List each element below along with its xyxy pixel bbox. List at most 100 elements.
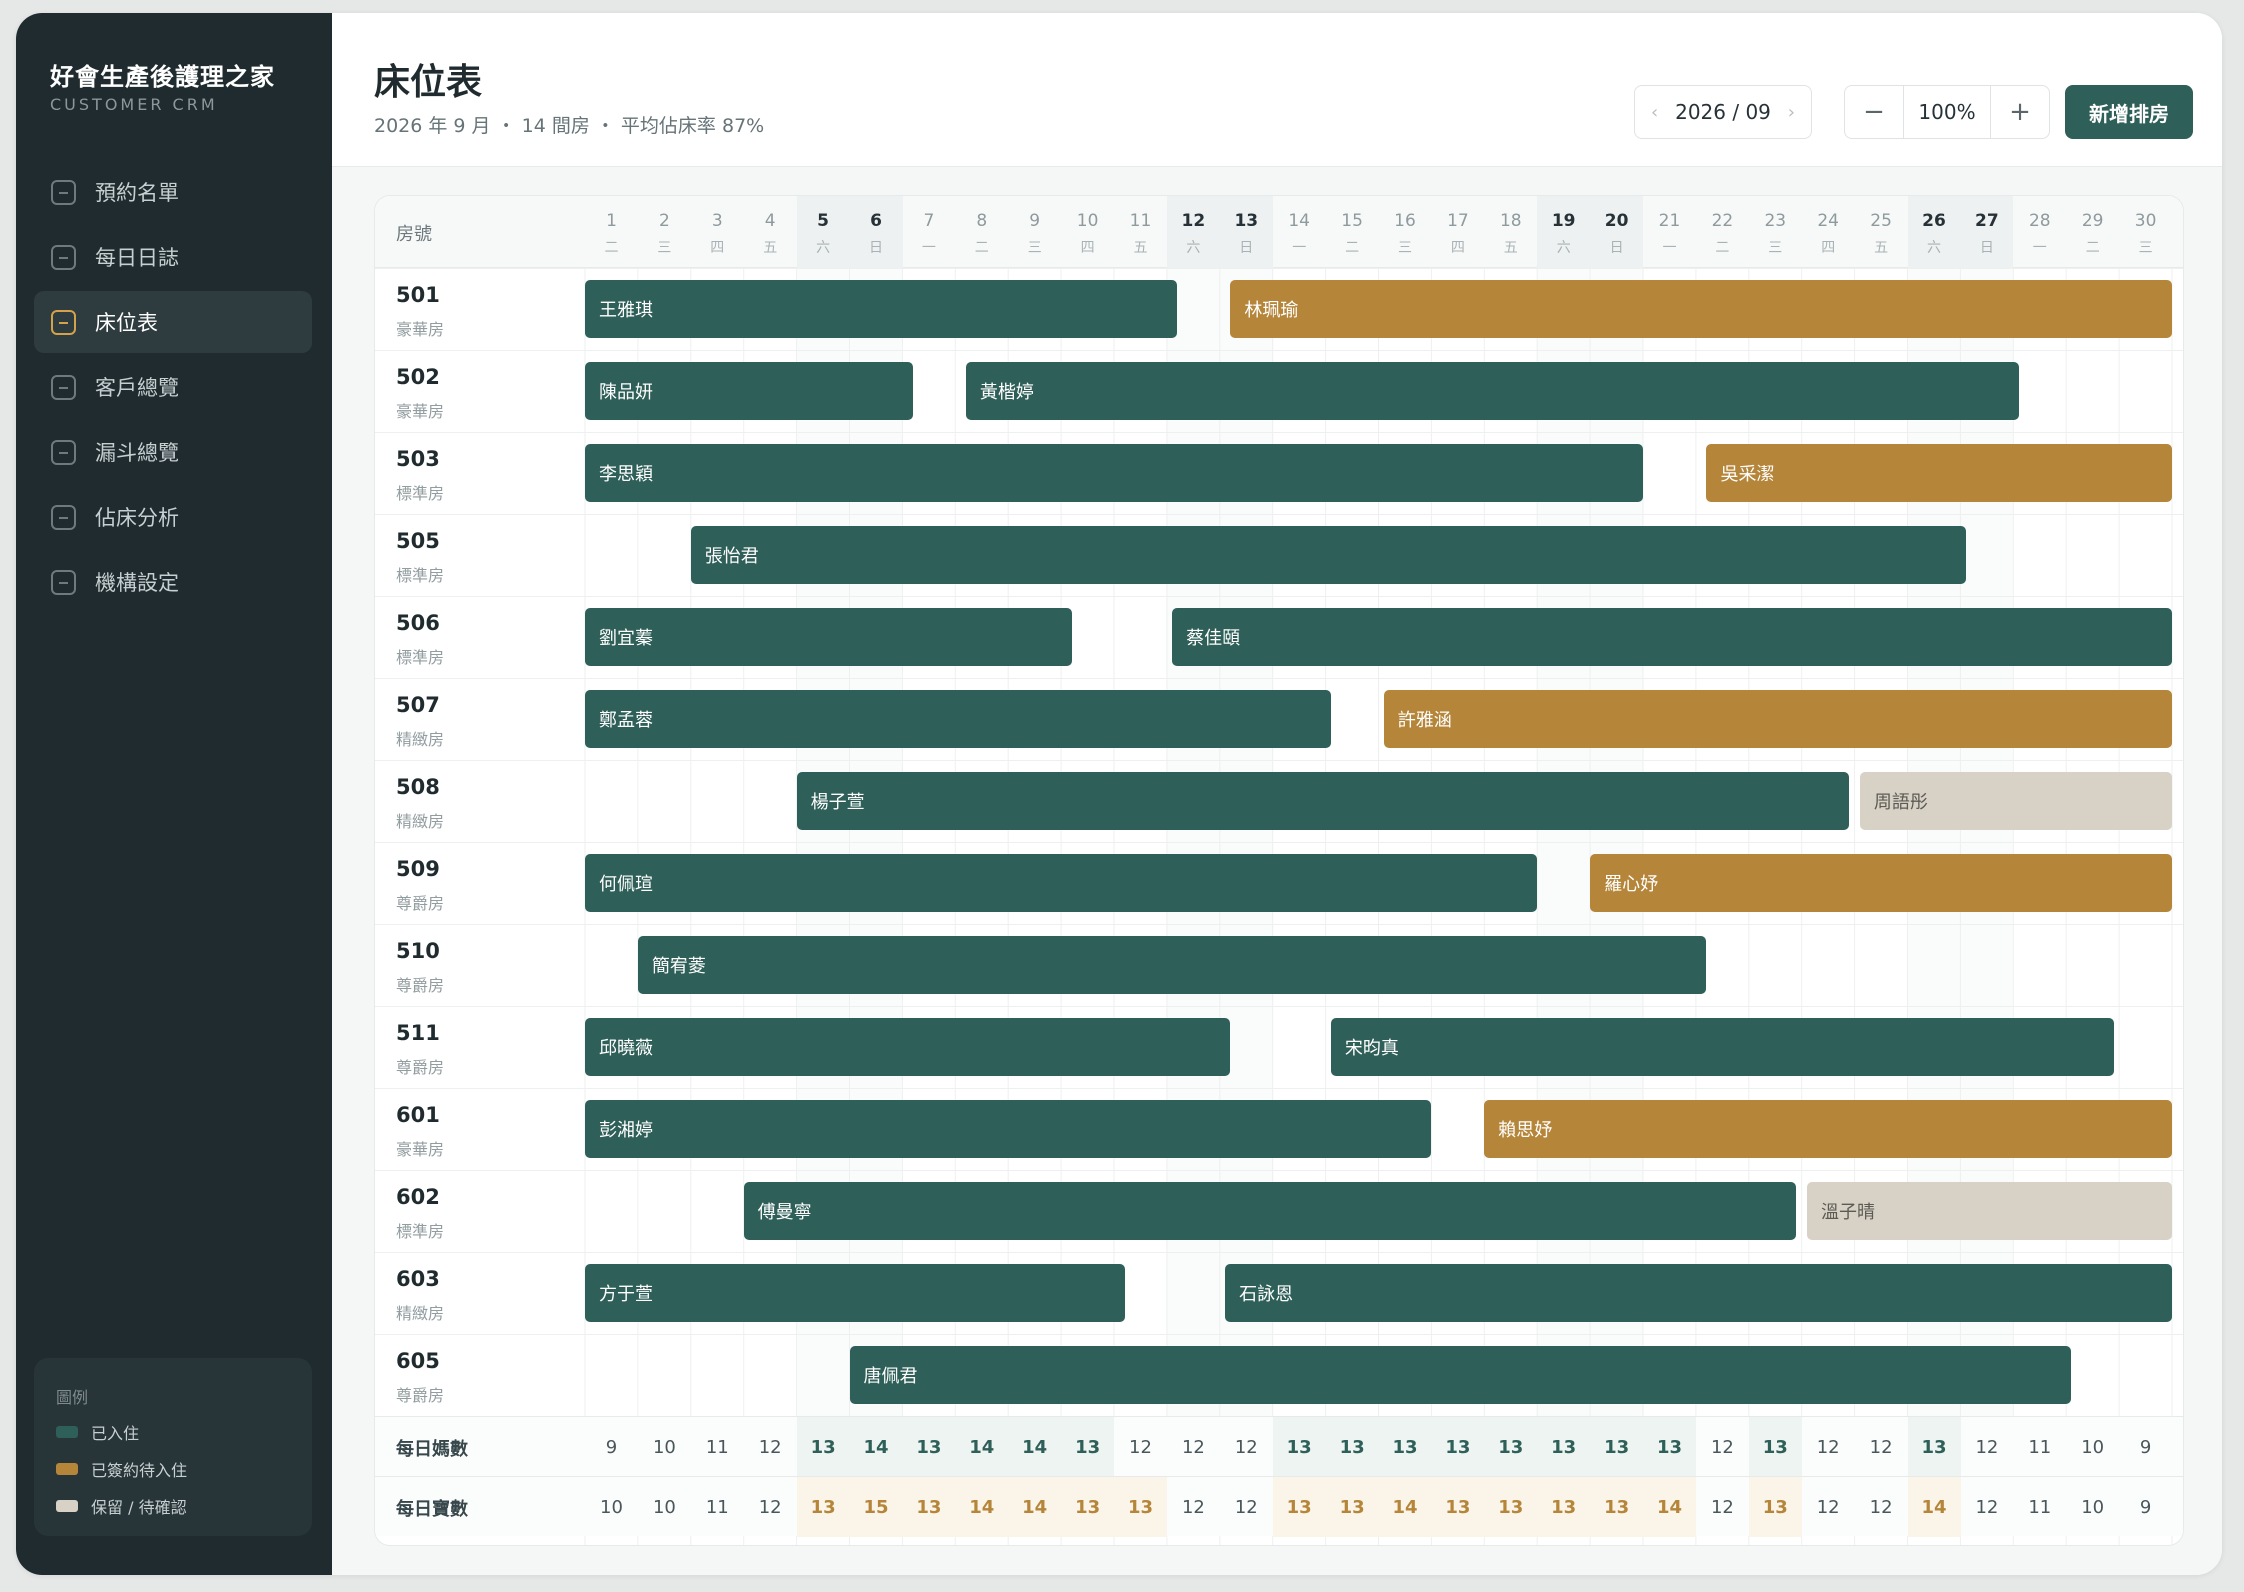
zoom-in-button[interactable]: + [1991, 86, 2049, 138]
summary-cell: 13 [796, 1417, 850, 1477]
sidebar-item-label: 佔床分析 [95, 506, 179, 530]
room-type: 標準房 [396, 484, 445, 503]
list-icon [51, 504, 76, 530]
booking-bar[interactable]: 李思穎 [585, 444, 1643, 502]
summary-cell: 13 [1272, 1477, 1326, 1537]
booking-bar[interactable]: 許雅涵 [1383, 690, 2172, 748]
sidebar-item-2[interactable]: 每日日誌 [34, 226, 312, 288]
room-row: 603 精緻房 方于萱 石詠恩 [375, 1252, 2183, 1334]
booking-bar[interactable]: 張怡君 [690, 526, 1966, 584]
booking-bar[interactable]: 簡宥菱 [637, 936, 1707, 994]
booking-bar[interactable]: 賴思妤 [1484, 1100, 2172, 1158]
booking-bar[interactable]: 楊子萱 [796, 772, 1850, 830]
room-row: 505 標準房 張怡君 [375, 514, 2183, 596]
booking-bar[interactable]: 周語彤 [1859, 772, 2172, 830]
booking-bar[interactable]: 何佩瑄 [585, 854, 1538, 912]
room-row: 602 標準房 傅曼寧 溫子晴 [375, 1170, 2183, 1252]
summary-cell: 13 [1431, 1417, 1485, 1477]
summary-cell: 10 [2081, 1436, 2105, 1458]
booking-bar[interactable]: 彭湘婷 [585, 1100, 1432, 1158]
summary-cell: 12 [758, 1436, 782, 1458]
summary-cell: 13 [1484, 1417, 1538, 1477]
sidebar-item-3[interactable]: 床位表 [34, 291, 312, 353]
summary-cell: 10 [600, 1496, 623, 1518]
summary-cell: 13 [1537, 1477, 1591, 1537]
weekday-label: 二 [974, 240, 989, 256]
room-type: 標準房 [396, 566, 445, 585]
weekday-label: 五 [1503, 240, 1518, 256]
brand-subtitle: CUSTOMER CRM [50, 95, 218, 114]
room-number: 509 [396, 857, 440, 881]
room-row: 605 尊爵房 唐佩君 [375, 1334, 2183, 1416]
day-header: 8二 [955, 196, 1008, 268]
sidebar-item-1[interactable]: 預約名單 [34, 161, 312, 223]
booking-bar[interactable]: 劉宜蓁 [585, 608, 1072, 666]
sidebar-item-4[interactable]: 客戶總覽 [34, 356, 312, 418]
booking-bar[interactable]: 唐佩君 [849, 1346, 2072, 1404]
summary-cell: 13 [1325, 1477, 1379, 1537]
booking-bar[interactable]: 宋昀真 [1330, 1018, 2114, 1076]
day-number: 18 [1499, 211, 1522, 231]
booking-bar[interactable]: 邱曉薇 [585, 1018, 1231, 1076]
booking-bar[interactable]: 鄭孟蓉 [585, 690, 1331, 748]
room-type: 尊爵房 [396, 894, 445, 913]
summary-cell: 14 [1643, 1477, 1696, 1537]
summary-cell: 12 [1129, 1436, 1152, 1458]
weekday-label: 六 [1556, 240, 1571, 256]
booking-bar[interactable]: 吳采潔 [1706, 444, 2172, 502]
sidebar-item-6[interactable]: 佔床分析 [34, 486, 312, 548]
booking-bar[interactable]: 溫子晴 [1806, 1182, 2172, 1240]
summary-cell: 13 [1537, 1417, 1591, 1477]
chevron-right-icon[interactable]: › [1788, 102, 1795, 123]
day-number: 22 [1711, 211, 1734, 231]
summary-cell: 13 [1061, 1477, 1115, 1537]
summary-cell: 12 [1816, 1436, 1840, 1458]
weekday-label: 日 [1979, 240, 1994, 256]
day-number: 26 [1922, 211, 1946, 231]
booking-bar[interactable]: 傅曼寧 [743, 1182, 1797, 1240]
booking-bar[interactable]: 林珮瑜 [1230, 280, 2172, 338]
day-header: 7一 [902, 196, 955, 268]
legend-label: 已入住 [91, 1424, 140, 1443]
daily-mothers-row: 每日媽數 9 10 11 12 13 14 13 14 14 13 12 12 12 13 13 13 13 13 1… [375, 1416, 2183, 1477]
summary-cell: 10 [652, 1436, 676, 1458]
summary-cell: 12 [1869, 1436, 1893, 1458]
sidebar-item-7[interactable]: 機構設定 [34, 551, 312, 613]
room-type: 精緻房 [396, 812, 445, 831]
room-type: 精緻房 [396, 1304, 445, 1323]
summary-cell: 12 [1710, 1436, 1734, 1458]
day-number: 15 [1341, 211, 1363, 231]
chevron-left-icon[interactable]: ‹ [1651, 102, 1658, 123]
booking-bar[interactable]: 方于萱 [585, 1264, 1125, 1322]
sidebar: 好會生產後護理之家 CUSTOMER CRM 預約名單 每日日誌 床位表 客戶總覽 漏斗… [16, 13, 332, 1575]
booking-bar[interactable]: 王雅琪 [585, 280, 1178, 338]
weekday-label: 日 [1239, 240, 1254, 256]
room-number: 602 [396, 1185, 440, 1209]
day-header: 4五 [744, 196, 797, 268]
day-header: 19 六 [1537, 196, 1591, 268]
summary-cell: 12 [758, 1496, 782, 1518]
weekday-label: 二 [604, 240, 619, 256]
day-number: 21 [1658, 211, 1681, 231]
zoom-out-button[interactable]: − [1845, 86, 1903, 138]
booking-bar[interactable]: 黃楷婷 [965, 362, 2019, 420]
room-number: 503 [396, 447, 440, 471]
weekday-label: 二 [2085, 240, 2100, 256]
booking-bar[interactable]: 羅心妤 [1590, 854, 2172, 912]
booking-bar[interactable]: 蔡佳頤 [1172, 608, 2172, 666]
weekday-label: 五 [763, 240, 778, 256]
summary-cell: 13 [1325, 1417, 1379, 1477]
summary-cell: 10 [652, 1496, 676, 1518]
sidebar-item-5[interactable]: 漏斗總覽 [34, 421, 312, 483]
day-header: 24 四 [1802, 196, 1855, 268]
booking-bar[interactable]: 陳品妍 [585, 362, 913, 420]
sidebar-item-label: 漏斗總覽 [95, 441, 179, 465]
room-row: 501 豪華房 王雅琪 林珮瑜 [375, 268, 2183, 350]
add-booking-button[interactable]: 新增排房 [2065, 85, 2193, 139]
booking-bar[interactable]: 石詠恩 [1225, 1264, 2172, 1322]
day-number: 3 [711, 211, 723, 231]
legend-item: 保留 / 待確認 [56, 1494, 187, 1518]
room-row: 506 標準房 劉宜蓁 蔡佳頤 [375, 596, 2183, 678]
room-row: 502 豪華房 陳品妍 黃楷婷 [375, 350, 2183, 432]
weekday-label: 四 [710, 240, 725, 256]
